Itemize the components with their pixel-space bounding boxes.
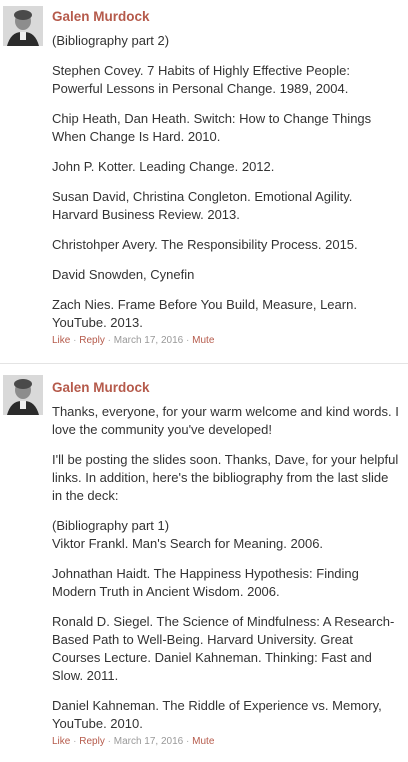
comment-paragraph: John P. Kotter. Leading Change. 2012. bbox=[52, 159, 275, 174]
comment-paragraph: (Bibliography part 1) Viktor Frankl. Man… bbox=[52, 518, 324, 551]
author-name[interactable]: Galen Murdock bbox=[52, 379, 400, 397]
mute-link[interactable]: Mute bbox=[192, 736, 214, 747]
like-link[interactable]: Like bbox=[52, 736, 70, 747]
reply-link[interactable]: Reply bbox=[79, 736, 105, 747]
comment-paragraph: Susan David, Christina Congleton. Emotio… bbox=[52, 189, 353, 222]
comment-actions: Like · Reply · March 17, 2016 · Mute bbox=[52, 334, 400, 348]
comment-paragraph: (Bibliography part 2) bbox=[52, 33, 170, 48]
comment-paragraph: Thanks, everyone, for your warm welcome … bbox=[52, 404, 399, 437]
comment-actions: Like · Reply · March 17, 2016 · Mute bbox=[52, 735, 400, 749]
comment: Galen Murdock (Bibliography part 2) Step… bbox=[0, 0, 408, 357]
reply-link[interactable]: Reply bbox=[79, 335, 105, 346]
avatar[interactable] bbox=[3, 375, 43, 415]
comment-paragraph: Zach Nies. Frame Before You Build, Measu… bbox=[52, 297, 357, 330]
separator: · bbox=[73, 736, 77, 747]
comment-paragraph: Daniel Kahneman. The Riddle of Experienc… bbox=[52, 698, 382, 731]
comment-paragraph: Christohper Avery. The Responsibility Pr… bbox=[52, 237, 358, 252]
comment-paragraph: Stephen Covey. 7 Habits of Highly Effect… bbox=[52, 63, 350, 96]
comment-paragraph: I'll be posting the slides soon. Thanks,… bbox=[52, 452, 399, 503]
avatar-photo-icon bbox=[3, 375, 43, 415]
comment-date: March 17, 2016 bbox=[113, 736, 184, 747]
like-link[interactable]: Like bbox=[52, 335, 70, 346]
separator: · bbox=[186, 335, 190, 346]
avatar-photo-icon bbox=[3, 6, 43, 46]
avatar[interactable] bbox=[3, 6, 43, 46]
mute-link[interactable]: Mute bbox=[192, 335, 214, 346]
comment: Galen Murdock Thanks, everyone, for your… bbox=[0, 357, 408, 762]
separator: · bbox=[186, 736, 190, 747]
separator: · bbox=[73, 335, 77, 346]
separator: · bbox=[107, 335, 111, 346]
author-name[interactable]: Galen Murdock bbox=[52, 8, 400, 26]
comment-paragraph: David Snowden, Cynefin bbox=[52, 267, 195, 282]
comment-paragraph: Johnathan Haidt. The Happiness Hypothesi… bbox=[52, 566, 359, 599]
comment-paragraph: Ronald D. Siegel. The Science of Mindful… bbox=[52, 614, 395, 683]
comment-paragraph: Chip Heath, Dan Heath. Switch: How to Ch… bbox=[52, 111, 372, 144]
comment-date: March 17, 2016 bbox=[113, 335, 184, 346]
separator: · bbox=[107, 736, 111, 747]
